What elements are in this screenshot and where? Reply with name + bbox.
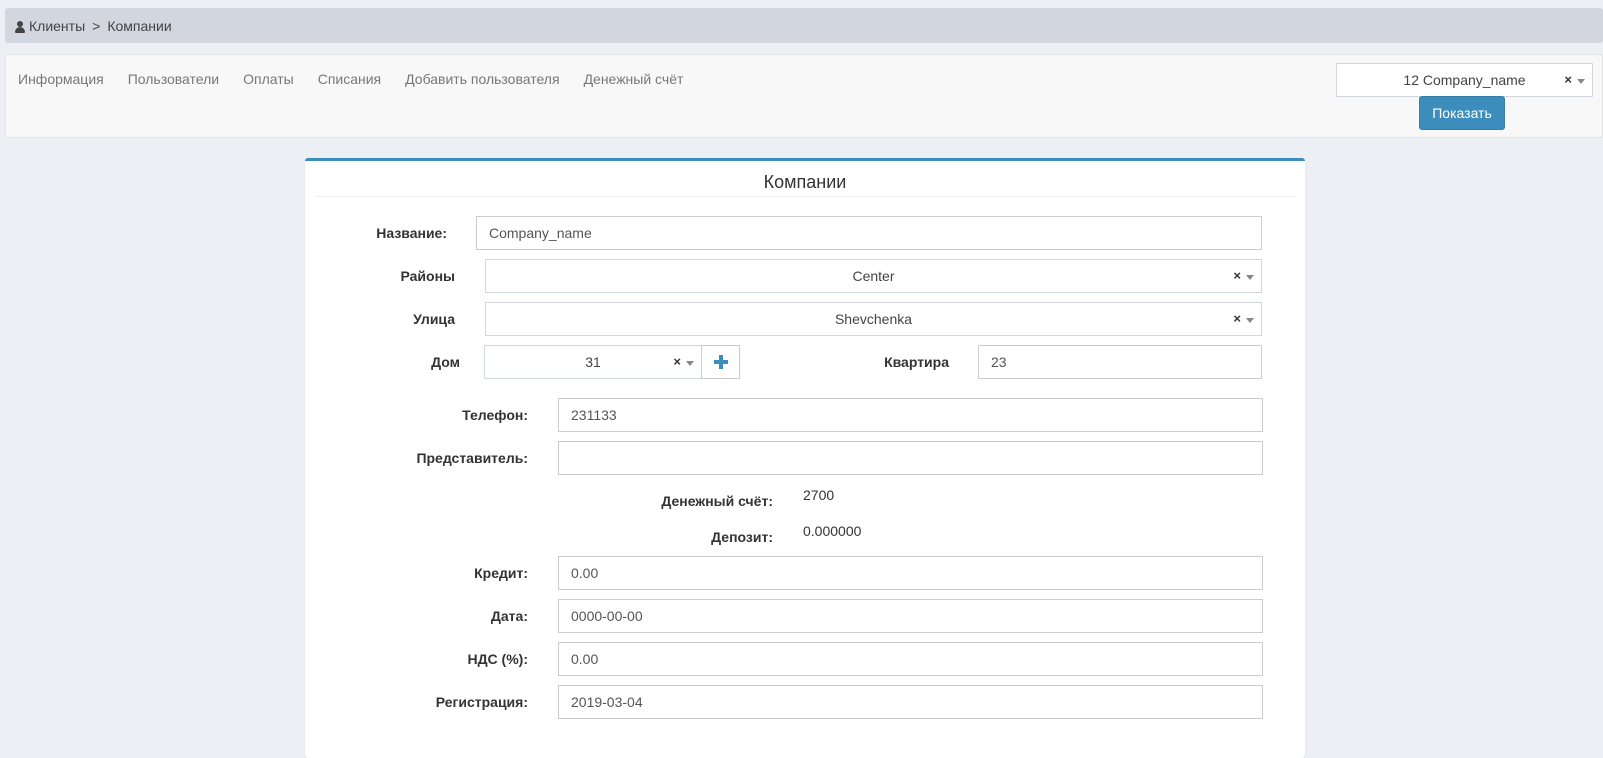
chevron-down-icon[interactable] — [1246, 275, 1254, 280]
date-input[interactable] — [558, 599, 1263, 633]
apartment-label: Квартира — [884, 354, 949, 370]
district-label: Районы — [400, 268, 455, 284]
breadcrumb-root[interactable]: Клиенты — [29, 18, 85, 34]
form-title: Компании — [315, 161, 1295, 197]
nav-panel: Информация Пользователи Оплаты Списания … — [5, 54, 1603, 138]
nav-links: Информация Пользователи Оплаты Списания … — [18, 71, 707, 87]
vat-input[interactable] — [558, 642, 1263, 676]
phone-label: Телефон: — [462, 407, 528, 423]
chevron-down-icon[interactable] — [1246, 318, 1254, 323]
clear-icon[interactable]: × — [1564, 72, 1572, 87]
user-icon — [15, 20, 25, 33]
clear-icon[interactable]: × — [1233, 268, 1241, 283]
show-button[interactable]: Показать — [1419, 96, 1505, 130]
add-house-button[interactable] — [701, 345, 740, 379]
representative-input[interactable] — [558, 441, 1263, 475]
house-label: Дом — [431, 354, 460, 370]
street-select-value: Shevchenka — [834, 311, 913, 327]
street-label: Улица — [413, 311, 455, 327]
nav-link-payments[interactable]: Оплаты — [243, 71, 294, 87]
account-label: Денежный счёт: — [661, 493, 773, 509]
credit-input[interactable] — [558, 556, 1263, 590]
credit-label: Кредит: — [474, 565, 528, 581]
vat-label: НДС (%): — [467, 651, 528, 667]
company-form-card: Компании Название: Районы Center × Улица… — [305, 158, 1305, 758]
nav-link-writeoffs[interactable]: Списания — [318, 71, 381, 87]
account-value: 2700 — [803, 487, 835, 503]
nav-link-users[interactable]: Пользователи — [128, 71, 219, 87]
breadcrumb-separator: > — [92, 17, 101, 34]
plus-icon — [713, 355, 728, 369]
nav-link-money-account[interactable]: Денежный счёт — [584, 71, 684, 87]
nav-link-add-user[interactable]: Добавить пользователя — [405, 71, 559, 87]
clear-icon[interactable]: × — [673, 354, 681, 369]
breadcrumb: Клиенты > Компании — [5, 8, 1603, 43]
deposit-value: 0.000000 — [803, 523, 862, 539]
chevron-down-icon[interactable] — [686, 361, 694, 366]
chevron-down-icon[interactable] — [1577, 79, 1585, 84]
registration-label: Регистрация: — [435, 694, 528, 710]
district-select[interactable]: Center × — [485, 259, 1262, 293]
breadcrumb-current: Компании — [107, 17, 172, 34]
phone-input[interactable] — [558, 398, 1263, 432]
apartment-input[interactable] — [978, 345, 1262, 379]
date-label: Дата: — [490, 608, 528, 624]
house-select-value: 31 — [585, 354, 601, 370]
company-select-value: 12 Company_name — [1403, 72, 1526, 88]
house-select[interactable]: 31 × — [484, 345, 702, 379]
district-select-value: Center — [852, 268, 895, 284]
company-select[interactable]: 12 Company_name × — [1336, 63, 1593, 97]
representative-label: Представитель: — [416, 450, 528, 466]
name-label: Название: — [376, 225, 447, 241]
clear-icon[interactable]: × — [1233, 311, 1241, 326]
registration-input[interactable] — [558, 685, 1263, 719]
name-input[interactable] — [476, 216, 1262, 250]
nav-link-info[interactable]: Информация — [18, 71, 104, 87]
deposit-label: Депозит: — [711, 529, 773, 545]
street-select[interactable]: Shevchenka × — [485, 302, 1262, 336]
